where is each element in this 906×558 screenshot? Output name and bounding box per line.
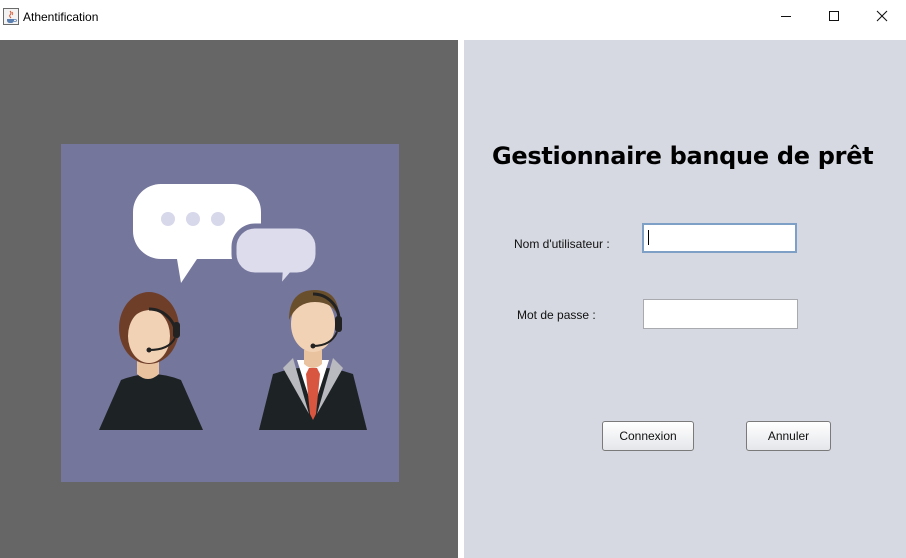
username-input[interactable] bbox=[642, 223, 797, 253]
woman-agent bbox=[99, 292, 203, 430]
text-caret bbox=[648, 230, 649, 245]
close-icon bbox=[876, 10, 888, 22]
illustration-graphic bbox=[99, 184, 367, 430]
window-title: Athentification bbox=[23, 10, 99, 24]
speech-bubble-small bbox=[231, 223, 321, 297]
bubble-dot bbox=[186, 212, 200, 226]
password-label: Mot de passe : bbox=[517, 308, 596, 322]
maximize-button[interactable] bbox=[811, 0, 857, 32]
minimize-button[interactable] bbox=[763, 0, 809, 32]
page-title: Gestionnaire banque de prêt bbox=[492, 142, 874, 170]
connect-button[interactable]: Connexion bbox=[602, 421, 694, 451]
close-button[interactable] bbox=[859, 0, 905, 32]
man-agent bbox=[259, 290, 367, 430]
username-label: Nom d'utilisateur : bbox=[514, 237, 610, 251]
left-panel bbox=[0, 40, 458, 558]
bubble-dot bbox=[161, 212, 175, 226]
minimize-icon bbox=[781, 16, 791, 17]
bubble-dot bbox=[211, 212, 225, 226]
java-cup-icon bbox=[3, 8, 19, 25]
title-bar: Athentification bbox=[0, 0, 906, 36]
login-panel: Gestionnaire banque de prêt Nom d'utilis… bbox=[464, 40, 906, 558]
cancel-button[interactable]: Annuler bbox=[746, 421, 831, 451]
support-agents-illustration bbox=[61, 144, 399, 482]
maximize-icon bbox=[829, 11, 839, 21]
password-input[interactable] bbox=[643, 299, 798, 329]
